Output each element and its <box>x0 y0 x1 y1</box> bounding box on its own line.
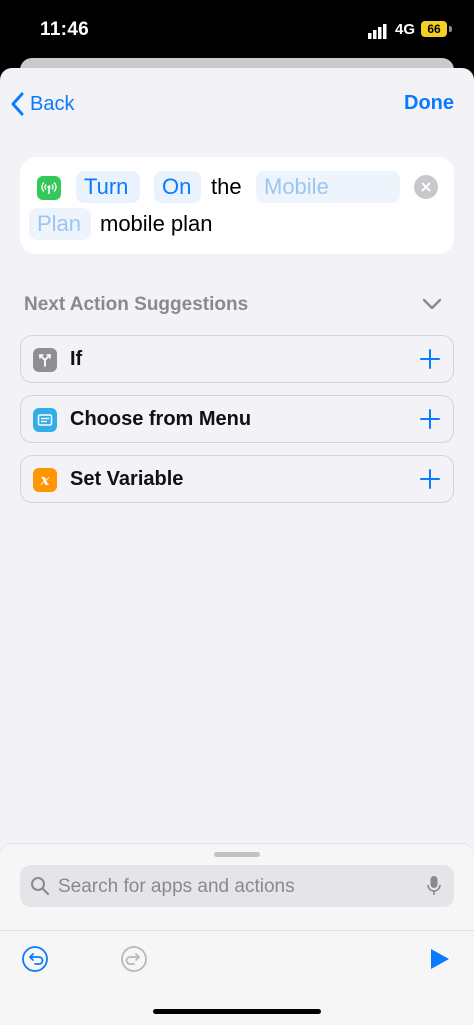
turn-parameter[interactable]: Turn <box>76 171 140 203</box>
action-text-the: the <box>211 174 242 199</box>
on-parameter[interactable]: On <box>154 171 201 203</box>
action-card: Turn On the Mobile Plan mobile plan <box>20 157 454 254</box>
battery-tip <box>449 26 452 32</box>
network-type: 4G <box>395 21 416 38</box>
search-field[interactable]: Search for apps and actions <box>20 865 454 907</box>
action-text-mobile-plan: mobile plan <box>100 211 213 236</box>
microphone-icon[interactable] <box>426 875 442 897</box>
variable-icon: x <box>33 468 57 492</box>
play-icon[interactable] <box>427 947 451 971</box>
close-icon <box>421 182 431 192</box>
suggestion-label: Set Variable <box>70 468 184 490</box>
branch-icon <box>33 348 57 372</box>
status-time: 11:46 <box>40 19 90 40</box>
action-editor-sheet: Back Done Turn On the Mobile Plan mobile… <box>0 68 474 1025</box>
suggestion-label: Choose from Menu <box>70 408 252 430</box>
plus-icon[interactable] <box>419 408 441 430</box>
suggestion-set-variable[interactable]: x Set Variable <box>20 455 454 503</box>
home-indicator <box>153 1009 321 1014</box>
mobile-plan-parameter[interactable]: Mobile <box>256 171 400 203</box>
search-icon <box>31 877 50 896</box>
chevron-down-icon[interactable] <box>422 298 442 310</box>
signal-icon <box>368 24 387 39</box>
panel-grabber[interactable] <box>214 852 260 857</box>
undo-icon[interactable] <box>21 945 49 973</box>
toolbar-divider <box>0 930 474 931</box>
search-placeholder: Search for apps and actions <box>58 876 295 897</box>
redo-icon <box>121 946 147 972</box>
plus-icon[interactable] <box>419 468 441 490</box>
menu-icon <box>33 408 57 432</box>
back-button[interactable]: Back <box>10 90 74 118</box>
antenna-icon <box>37 176 61 200</box>
suggestion-label: If <box>70 348 83 370</box>
status-bar: 11:46 4G 66 <box>0 0 474 60</box>
done-button[interactable]: Done <box>404 92 454 115</box>
action-search-panel: Search for apps and actions <box>0 844 474 1025</box>
chevron-left-icon <box>11 92 24 116</box>
back-label: Back <box>30 92 75 115</box>
suggestion-if[interactable]: If <box>20 335 454 383</box>
suggestion-choose-from-menu[interactable]: Choose from Menu <box>20 395 454 443</box>
plus-icon[interactable] <box>419 348 441 370</box>
suggestions-title: Next Action Suggestions <box>24 294 249 315</box>
remove-action-button[interactable] <box>414 175 438 199</box>
mobile-plan-parameter-continued[interactable]: Plan <box>29 208 91 240</box>
battery-icon: 66 <box>421 21 447 37</box>
